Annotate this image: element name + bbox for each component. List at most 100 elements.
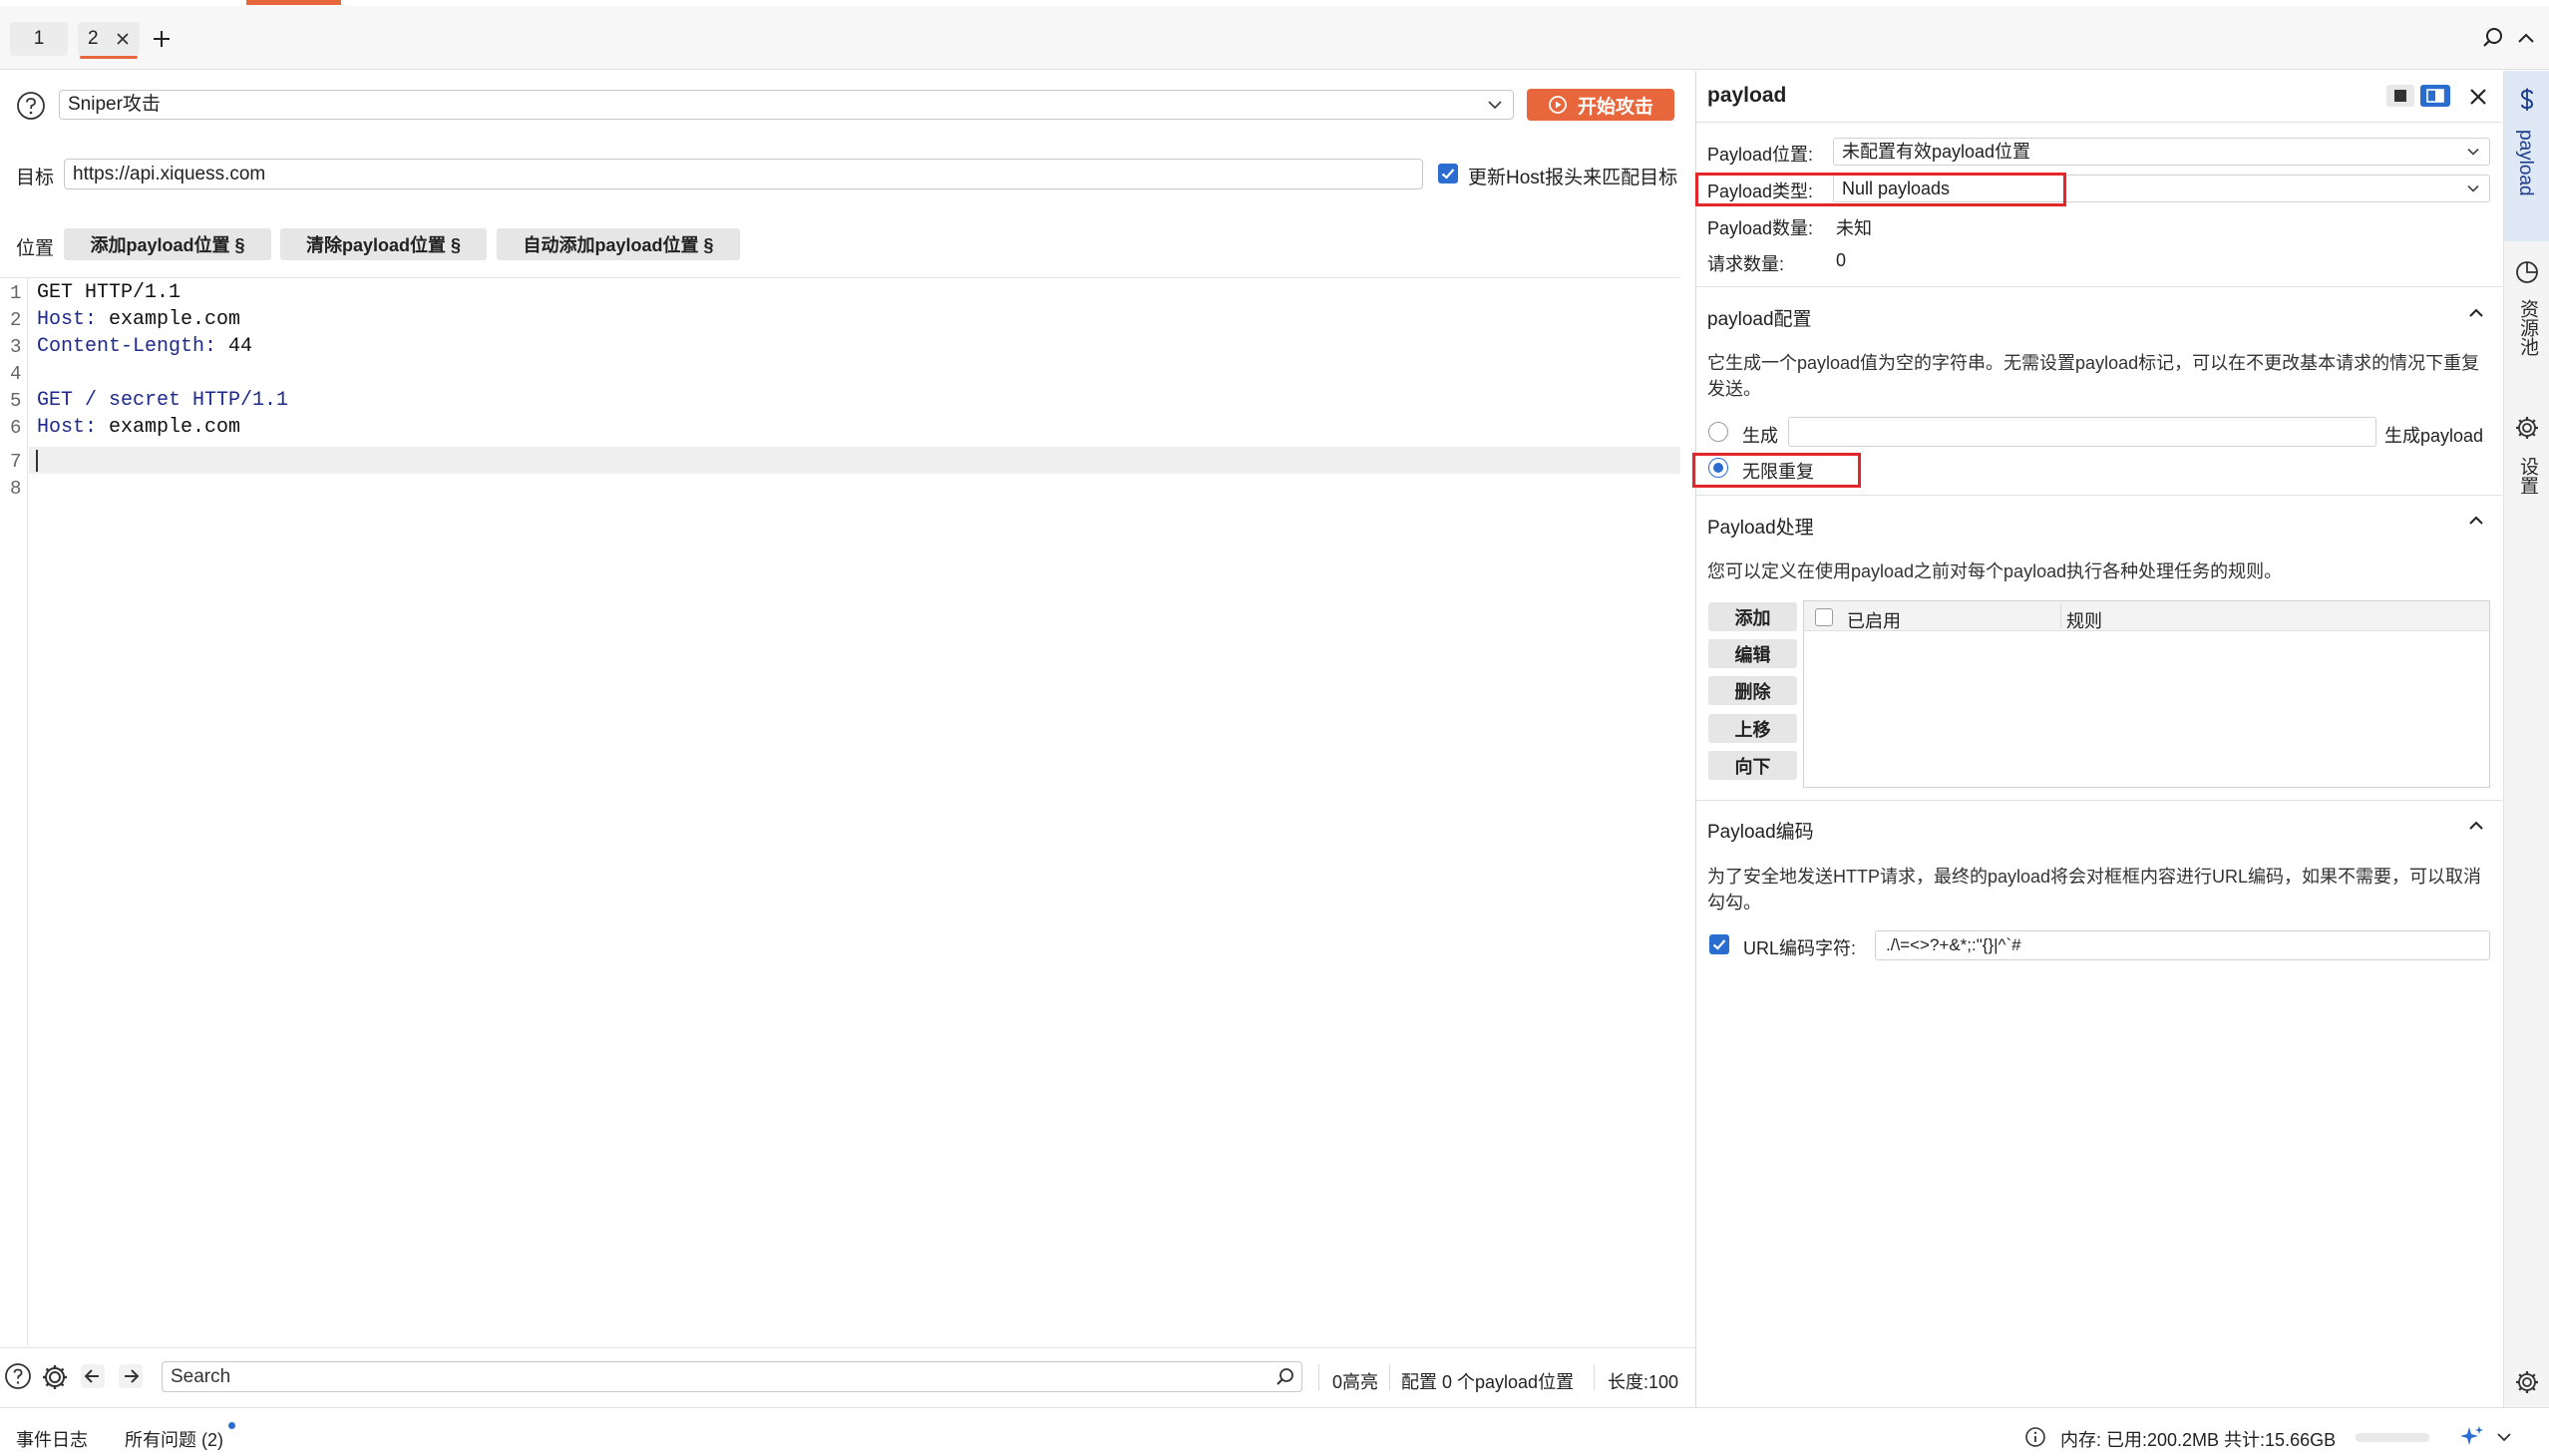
chevron-up-icon[interactable]: [2466, 816, 2486, 836]
help-icon[interactable]: [16, 91, 46, 121]
payload-position-select[interactable]: 未配置有效payload位置: [1833, 138, 2490, 166]
chevron-down-icon: [2465, 144, 2481, 160]
add-rule-button[interactable]: 添加: [1708, 602, 1797, 631]
payload-count-value: 未知: [1836, 218, 1872, 238]
close-icon[interactable]: [113, 29, 133, 49]
request-editor[interactable]: [0, 277, 1680, 1346]
header-value: 44: [216, 335, 253, 358]
generate-radio[interactable]: [1708, 422, 1728, 442]
info-icon: [2024, 1426, 2046, 1448]
line-number: 6: [10, 417, 22, 439]
rule-column-header: 规则: [2066, 611, 2102, 631]
search-input[interactable]: Search: [162, 1361, 1302, 1392]
plus-icon[interactable]: [150, 27, 174, 51]
url-encode-chars-input[interactable]: ./\=<>?+&*;:"{}|^`#: [1875, 930, 2490, 960]
target-url-input[interactable]: https://api.xiquess.com: [64, 159, 1423, 189]
move-up-rule-button[interactable]: 上移: [1708, 714, 1797, 743]
side-tab-settings-label[interactable]: 设置: [2514, 457, 2541, 495]
clear-payload-position-button[interactable]: 清除payload位置 §: [280, 228, 487, 260]
side-tab-resource-pool-label[interactable]: 资源池: [2514, 299, 2541, 356]
gear-icon[interactable]: [2514, 1369, 2540, 1395]
close-icon[interactable]: [2467, 86, 2489, 108]
tab-1-label: 1: [33, 28, 45, 49]
gear-icon[interactable]: [2514, 415, 2540, 441]
divider: [1389, 1364, 1390, 1390]
memory-usage: 内存: 已用:200.2MB 共计:15.66GB: [2060, 1430, 2337, 1450]
notification-dot: [228, 1422, 235, 1429]
line-number: 8: [10, 478, 22, 500]
divider: [1696, 286, 2502, 287]
update-host-checkbox[interactable]: [1438, 164, 1458, 183]
header-name: Host:: [37, 308, 98, 331]
line-number: 2: [10, 309, 22, 331]
attack-type-value: Sniper攻击: [68, 94, 161, 115]
play-icon: [1548, 95, 1568, 115]
add-payload-position-button[interactable]: 添加payload位置 §: [64, 228, 271, 260]
code-line: Content-Length: 44: [37, 335, 252, 358]
column-divider[interactable]: [2060, 604, 2061, 628]
split-layout-icon[interactable]: [2420, 85, 2450, 107]
memory-usage-bar: [2356, 1433, 2429, 1442]
tab-bar: [0, 6, 2549, 70]
sparkle-icon[interactable]: [2459, 1424, 2485, 1448]
url-encode-checkbox[interactable]: [1709, 934, 1729, 954]
search-icon[interactable]: [1274, 1366, 1296, 1388]
arrow-left-icon[interactable]: [80, 1363, 106, 1389]
code-token: GET HTTP/1.1: [37, 281, 182, 304]
chevron-up-icon[interactable]: [2466, 511, 2486, 531]
request-count-label: 请求数量:: [1707, 254, 1785, 274]
pie-chart-icon[interactable]: [2514, 259, 2540, 285]
payload-count-label: Payload数量:: [1707, 218, 1814, 238]
search-icon[interactable]: [2481, 26, 2505, 50]
divider: [1696, 800, 2502, 801]
request-count-value: 0: [1836, 250, 1847, 270]
line-number: 5: [10, 390, 22, 412]
divider: [1594, 1364, 1595, 1390]
divider: [1696, 495, 2502, 496]
highlight-count: 0高亮: [1332, 1372, 1379, 1392]
request-length: 长度:100: [1608, 1372, 1679, 1392]
header-name: Host:: [37, 416, 98, 439]
tab-2-label: 2: [88, 28, 99, 49]
payload-processing-title: Payload处理: [1707, 518, 1814, 539]
line-number: 1: [10, 282, 22, 304]
start-attack-button[interactable]: 开始攻击: [1527, 89, 1674, 121]
payload-config-title: payload配置: [1707, 309, 1812, 330]
all-issues-link[interactable]: 所有问题 (2): [125, 1426, 223, 1452]
side-tab-payload-label: payload: [2515, 130, 2536, 196]
single-column-layout-icon[interactable]: [2386, 85, 2414, 107]
code-token: GET / secret HTTP/1.1: [37, 389, 289, 412]
arrow-right-icon[interactable]: [118, 1363, 144, 1389]
payload-encoding-title: Payload编码: [1707, 822, 1814, 843]
dollar-icon: [2514, 87, 2540, 113]
payload-config-description: 它生成一个payload值为空的字符串。无需设置payload标记，可以在不更改…: [1707, 353, 2480, 399]
event-log-link[interactable]: 事件日志: [16, 1426, 88, 1452]
attack-type-select[interactable]: Sniper攻击: [59, 90, 1514, 120]
code-line: Host: example.com: [37, 416, 240, 439]
delete-rule-button[interactable]: 删除: [1708, 676, 1797, 705]
tab-1[interactable]: 1: [10, 22, 68, 56]
code-line: GET HTTP/1.1: [37, 281, 181, 304]
auto-add-payload-position-button[interactable]: 自动添加payload位置 §: [497, 228, 740, 260]
divider: [1696, 122, 2502, 123]
panel-title: payload: [1707, 84, 1787, 107]
top-accent-bar: [246, 0, 341, 5]
help-icon[interactable]: [4, 1362, 32, 1390]
current-line-highlight: [29, 447, 1680, 474]
chevron-up-icon[interactable]: [2466, 303, 2486, 323]
position-label: 位置: [16, 238, 55, 259]
payload-position-count: 配置 0 个payload位置: [1401, 1372, 1575, 1392]
move-down-rule-button[interactable]: 向下: [1708, 751, 1797, 780]
chevron-up-icon[interactable]: [2515, 28, 2537, 50]
select-all-checkbox[interactable]: [1815, 608, 1833, 626]
generate-count-input[interactable]: [1788, 417, 2376, 447]
chevron-down-icon: [2465, 181, 2481, 196]
chevron-down-icon[interactable]: [2495, 1428, 2513, 1446]
chevron-down-icon: [1486, 96, 1504, 114]
gear-icon[interactable]: [40, 1362, 70, 1392]
divider: [1318, 1364, 1319, 1390]
edit-rule-button[interactable]: 编辑: [1708, 639, 1797, 668]
update-host-label: 更新Host报头来匹配目标: [1468, 168, 1678, 188]
target-label: 目标: [16, 168, 55, 188]
rules-table-header: [1804, 601, 2489, 631]
